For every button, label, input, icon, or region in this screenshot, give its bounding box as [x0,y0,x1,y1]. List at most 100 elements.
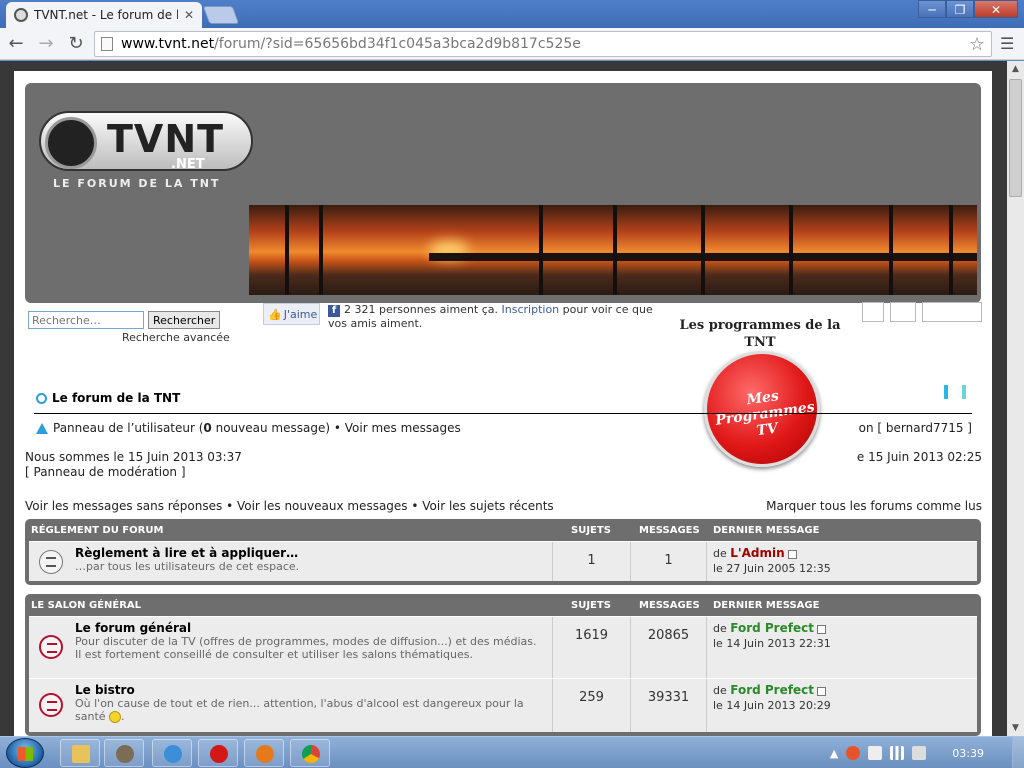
windows-logo-icon [18,747,33,761]
last-post-author[interactable]: L'Admin [730,546,784,560]
quick-links[interactable]: Voir les messages sans réponses • Voir l… [25,499,554,513]
home-ring-icon [36,392,47,404]
user-panel-link[interactable]: Panneau de l’utilisateur (0 nouveau mess… [53,421,461,435]
forum-title-link[interactable]: Règlement à lire et à appliquer… [75,546,546,560]
category-name[interactable]: LE SALON GÉNÉRAL [31,600,141,611]
broken-image-icon[interactable] [862,302,884,322]
new-tab-button[interactable] [202,6,240,24]
network-signal-icon[interactable] [890,746,905,760]
view-latest-post-icon[interactable] [816,624,826,634]
reload-icon[interactable]: ↻ [66,33,86,54]
minimize-button[interactable]: ─ [918,0,946,18]
logged-user[interactable]: on [ bernard7715 ] [859,421,972,435]
menu-icon[interactable]: ☰ [1000,34,1016,53]
page-viewport: TVNT .NET LE FORUM DE LA TNT Recherche… … [0,61,1024,736]
banner-palm [701,205,705,295]
last-post-author[interactable]: Ford Prefect [730,683,814,697]
search-button[interactable]: Rechercher [148,311,221,329]
last-post-prefix: de [713,547,727,560]
browser-toolbar: ← → ↻ www.tvnt.net/forum/?sid=65656bd34f… [0,28,1024,60]
device-icon[interactable] [868,746,883,760]
back-arrow-icon[interactable]: ← [6,33,26,54]
topic-count: 1 [553,542,631,581]
advanced-search-link[interactable]: Recherche avancée [122,331,230,344]
show-desktop-button[interactable] [1012,737,1024,768]
volume-icon[interactable] [912,746,927,760]
system-tray: ▲ 03:39 [830,737,1024,768]
close-tab-icon[interactable]: ✕ [184,8,194,22]
facebook-like-button[interactable]: 👍 J'aime [263,303,320,325]
url-host: www.tvnt.net [121,36,215,52]
url-text[interactable]: www.tvnt.net/forum/?sid=65656bd34f1c045a… [121,36,961,52]
site-favicon-icon [14,8,28,22]
facebook-signup-link[interactable]: Inscription [502,303,560,316]
mark-all-read-link[interactable]: Marquer tous les forums comme lus [766,499,982,513]
forum-title-link[interactable]: Le bistro [75,683,546,697]
theme-bar [944,385,948,399]
close-window-button[interactable]: ✕ [974,0,1018,18]
web-page: TVNT .NET LE FORUM DE LA TNT Recherche… … [14,71,992,736]
forum-row: Le forum général Pour discuter de la TV … [29,616,977,678]
new-message-count: 0 [203,421,212,435]
column-messages: MESSAGES [639,524,700,536]
last-visit: e 15 Juin 2013 02:25 [856,450,982,464]
start-button[interactable] [6,738,44,768]
logo-badge: TVNT .NET [39,111,253,172]
forum-locked-icon [39,550,63,574]
forum-description: Où l'on cause de tout et de rien... atte… [75,697,546,723]
last-post-date: le 14 Juin 2013 20:29 [713,699,831,712]
browser-tab[interactable]: TVNT.net - Le forum de la ✕ [6,2,202,28]
message-count: 20865 [631,617,707,678]
firefox-taskbar-button[interactable] [244,739,284,767]
page-scrollbar[interactable]: ▲ ▼ [1007,61,1024,736]
last-post: de L'Admin le 27 Juin 2005 12:35 [707,542,977,581]
mes-programmes-logo[interactable]: Mes Programmes TV [704,351,820,467]
forward-arrow-icon[interactable]: → [36,33,56,54]
site-logo[interactable]: TVNT .NET LE FORUM DE LA TNT [39,111,259,190]
view-latest-post-icon[interactable] [787,549,797,559]
theme-bars [944,385,980,402]
forum-row: Règlement à lire et à appliquer… …par to… [29,541,977,581]
category-name[interactable]: RÉGLEMENT DU FORUM [31,525,163,536]
last-post-author[interactable]: Ford Prefect [730,621,814,635]
scrollbar-thumb[interactable] [1009,79,1022,197]
banner-palm [539,205,543,295]
ie-taskbar-button[interactable] [152,739,192,767]
url-path: /forum/?sid=65656bd34f1c045a3bca2d9b817c… [214,36,581,52]
forum-title-link[interactable]: Le forum général [75,621,546,635]
logo-disc-icon [45,117,97,169]
user-panel-pre: Panneau de l’utilisateur ( [53,421,204,435]
broken-image-icon[interactable] [922,302,982,322]
view-latest-post-icon[interactable] [816,686,826,696]
search-input[interactable] [28,311,144,329]
banner-palm [285,205,289,295]
category-header: LE SALON GÉNÉRAL SUJETS MESSAGES DERNIER… [29,594,977,616]
avast-icon[interactable] [846,746,861,760]
clock[interactable]: 03:39 [952,747,984,760]
maximize-button[interactable]: ❐ [946,0,974,18]
opera-taskbar-button[interactable] [198,739,238,767]
tray-expand-icon[interactable]: ▲ [830,747,838,760]
scroll-up-arrow-icon[interactable]: ▲ [1007,61,1024,77]
gimp-taskbar-button[interactable] [104,739,144,767]
bookmark-star-icon[interactable]: ☆ [969,34,985,55]
chrome-icon [302,745,320,763]
moderation-panel-link[interactable]: [ Panneau de modération ] [25,465,242,480]
broken-image-icon[interactable] [890,302,916,322]
opera-icon [210,745,228,763]
explorer-taskbar-button[interactable] [60,739,100,767]
smile-icon [109,711,122,723]
folder-icon [72,745,90,763]
facebook-count: 2 321 personnes aiment ça. [344,303,499,316]
chrome-taskbar-button[interactable] [290,739,330,767]
scroll-down-arrow-icon[interactable]: ▼ [1007,720,1024,736]
address-bar[interactable]: www.tvnt.net/forum/?sid=65656bd34f1c045a… [94,31,992,57]
forum-description-note: Il est fortement conseillé de consulter … [75,648,473,661]
header-banner-image [249,205,977,295]
forum-index-link[interactable]: Le forum de la TNT [52,391,180,405]
user-panel-links: Panneau de l’utilisateur (0 nouveau mess… [36,421,461,435]
forum-lines-icon [47,701,57,711]
internet-explorer-icon [164,745,182,763]
breadcrumb: Le forum de la TNT [36,391,180,405]
forum-row: Le bistro Où l'on cause de tout et de ri… [29,678,977,732]
